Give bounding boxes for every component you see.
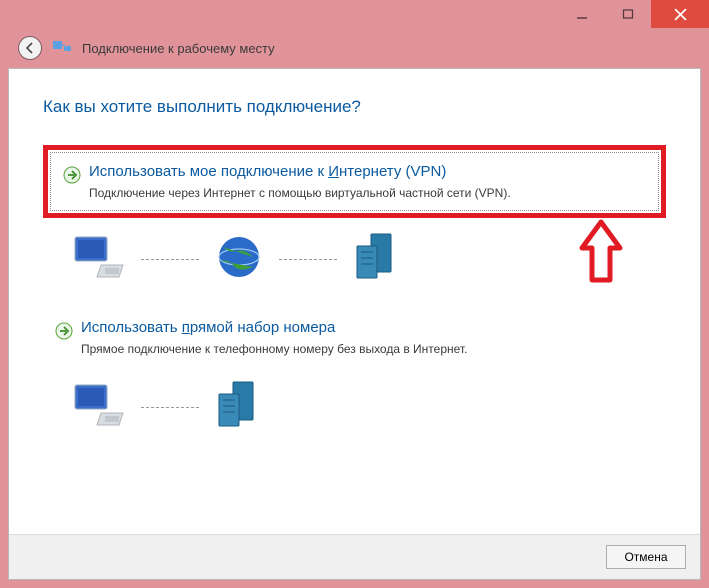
connection-line bbox=[279, 259, 337, 260]
vpn-illustration bbox=[71, 232, 666, 287]
maximize-button[interactable] bbox=[605, 0, 651, 28]
dialup-illustration bbox=[71, 380, 666, 435]
arrow-right-icon bbox=[55, 322, 73, 340]
wizard-footer: Отмена bbox=[9, 534, 700, 579]
workplace-connection-icon bbox=[52, 38, 72, 58]
arrow-right-icon bbox=[63, 166, 81, 184]
option-dialup-title: Использовать прямой набор номера bbox=[81, 319, 335, 336]
connection-line bbox=[141, 259, 199, 260]
option-dialup[interactable]: Использовать прямой набор номера Прямое … bbox=[43, 309, 666, 366]
wizard-frame: Как вы хотите выполнить подключение? Исп… bbox=[8, 68, 701, 580]
server-icon bbox=[353, 232, 395, 287]
close-button[interactable] bbox=[651, 0, 709, 28]
window-titlebar bbox=[0, 0, 709, 28]
option-vpn[interactable]: Использовать мое подключение к Интернету… bbox=[50, 152, 659, 211]
cancel-button[interactable]: Отмена bbox=[606, 545, 686, 569]
wizard-header: Подключение к рабочему месту bbox=[0, 28, 709, 68]
minimize-button[interactable] bbox=[559, 0, 605, 28]
page-heading: Как вы хотите выполнить подключение? bbox=[43, 97, 666, 117]
back-button[interactable] bbox=[18, 36, 42, 60]
option-vpn-title: Использовать мое подключение к Интернету… bbox=[89, 163, 446, 180]
globe-icon bbox=[215, 233, 263, 286]
wizard-content: Как вы хотите выполнить подключение? Исп… bbox=[9, 69, 700, 534]
option-dialup-subtitle: Прямое подключение к телефонному номеру … bbox=[81, 342, 654, 356]
annotation-arrow-icon bbox=[576, 218, 626, 293]
server-icon bbox=[215, 380, 257, 435]
wizard-title: Подключение к рабочему месту bbox=[82, 41, 275, 56]
annotation-highlight-box: Использовать мое подключение к Интернету… bbox=[43, 145, 666, 218]
computer-icon bbox=[71, 383, 125, 432]
connection-line bbox=[141, 407, 199, 408]
computer-icon bbox=[71, 235, 125, 284]
option-vpn-subtitle: Подключение через Интернет с помощью вир… bbox=[89, 186, 646, 200]
